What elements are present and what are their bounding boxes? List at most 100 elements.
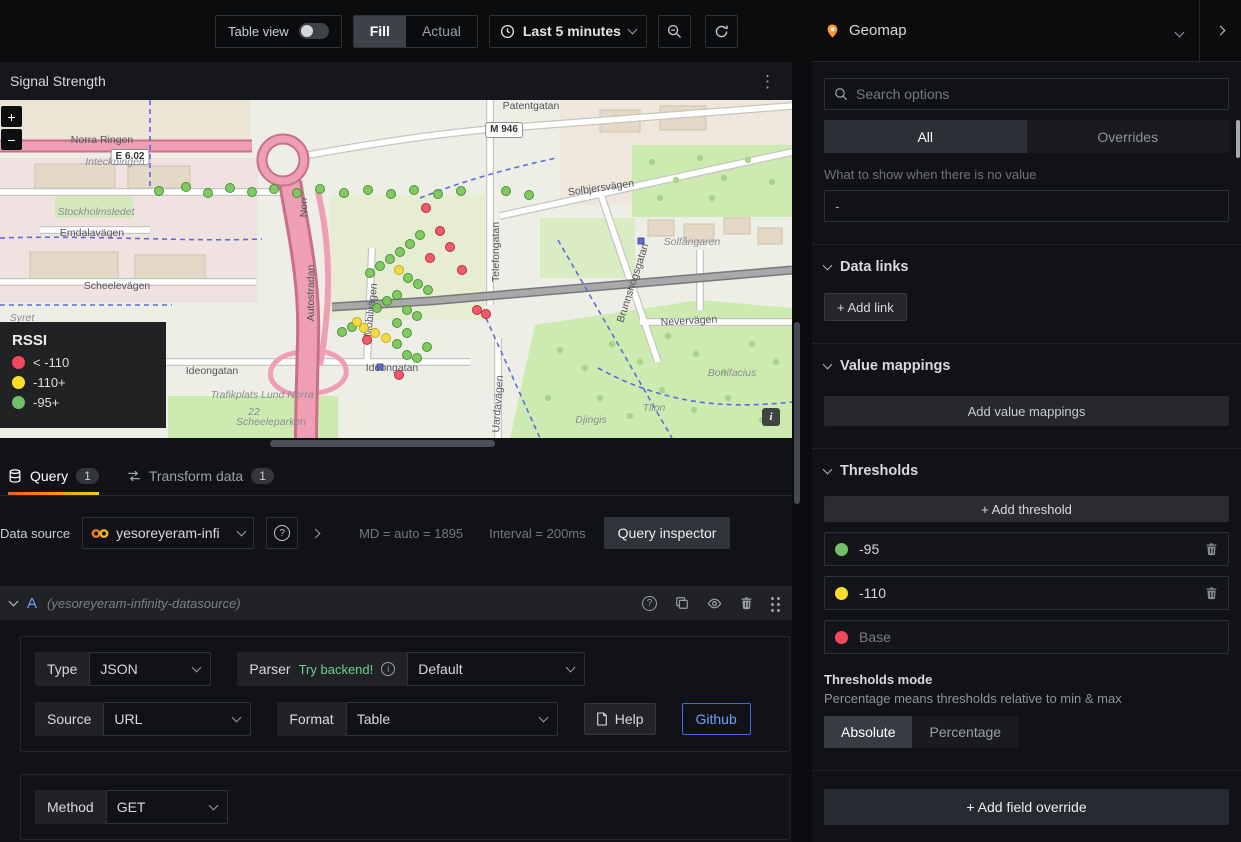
map-data-point[interactable]: [394, 265, 404, 275]
github-button[interactable]: Github: [682, 703, 751, 735]
no-value-input[interactable]: [835, 198, 1218, 214]
add-value-mappings-button[interactable]: Add value mappings: [824, 396, 1229, 426]
map-data-point[interactable]: [405, 239, 415, 249]
mode-percentage-option[interactable]: Percentage: [912, 716, 1018, 748]
map-data-point[interactable]: [421, 203, 431, 213]
options-scrollbar-thumb[interactable]: [1236, 120, 1240, 158]
map-data-point[interactable]: [381, 333, 391, 343]
eye-icon[interactable]: [707, 596, 722, 611]
map-data-point[interactable]: [225, 183, 235, 193]
format-select[interactable]: Table: [346, 702, 558, 736]
mode-absolute-option[interactable]: Absolute: [824, 716, 912, 748]
map-data-point[interactable]: [413, 279, 423, 289]
visualization-picker-toggle[interactable]: [1160, 23, 1199, 39]
trash-icon[interactable]: [740, 596, 753, 610]
map-data-point[interactable]: [247, 187, 257, 197]
map-data-point[interactable]: [402, 305, 412, 315]
map-data-point[interactable]: [337, 327, 347, 337]
map-data-point[interactable]: [181, 182, 191, 192]
map-data-point[interactable]: [412, 353, 422, 363]
source-select[interactable]: URL: [103, 702, 251, 736]
threshold-color-dot[interactable]: [835, 631, 848, 644]
map-data-point[interactable]: [392, 318, 402, 328]
chevron-right-icon[interactable]: [311, 528, 321, 538]
scrollbar-thumb[interactable]: [270, 440, 495, 447]
trash-icon[interactable]: [1205, 586, 1218, 600]
map-data-point[interactable]: [445, 242, 455, 252]
map-data-point[interactable]: [425, 253, 435, 263]
map-data-point[interactable]: [382, 296, 392, 306]
map-data-point[interactable]: [403, 273, 413, 283]
map-data-point[interactable]: [422, 342, 432, 352]
vertical-scrollbar-thumb[interactable]: [794, 322, 800, 504]
map-data-point[interactable]: [433, 189, 443, 199]
map-data-point[interactable]: [372, 303, 382, 313]
map-data-point[interactable]: [395, 247, 405, 257]
map-data-point[interactable]: [339, 188, 349, 198]
section-value-mappings[interactable]: Value mappings: [824, 358, 1229, 374]
parser-select[interactable]: Default: [407, 652, 585, 686]
map-data-point[interactable]: [154, 186, 164, 196]
map-data-point[interactable]: [363, 185, 373, 195]
duplicate-icon[interactable]: [675, 596, 689, 610]
threshold-value[interactable]: -95: [859, 541, 1194, 557]
map-data-point[interactable]: [412, 311, 422, 321]
map-data-point[interactable]: [409, 185, 419, 195]
fill-option[interactable]: Fill: [354, 16, 406, 47]
options-tab-all[interactable]: All: [824, 120, 1027, 153]
map-data-point[interactable]: [269, 184, 279, 194]
zoom-out-time-button[interactable]: [658, 15, 691, 48]
refresh-button[interactable]: [705, 15, 738, 48]
map-data-point[interactable]: [402, 328, 412, 338]
parser-hint[interactable]: Try backend!: [299, 662, 374, 677]
threshold-color-dot[interactable]: [835, 587, 848, 600]
table-view-toggle[interactable]: [299, 23, 329, 39]
horizontal-scrollbar[interactable]: [0, 438, 792, 448]
datasource-help-button[interactable]: ?: [266, 517, 298, 549]
map-data-point[interactable]: [359, 323, 369, 333]
datasource-picker[interactable]: yesoreyeram-infi: [82, 517, 254, 549]
map-data-point[interactable]: [315, 184, 325, 194]
map-data-point[interactable]: [377, 364, 384, 371]
query-row-header[interactable]: A (yesoreyeram-infinity-datasource) ?: [0, 586, 792, 620]
threshold-color-dot[interactable]: [835, 543, 848, 556]
info-circle-icon[interactable]: i: [381, 662, 395, 676]
map-data-point[interactable]: [402, 350, 412, 360]
map-data-point[interactable]: [481, 309, 491, 319]
map-data-point[interactable]: [435, 226, 445, 236]
add-link-button[interactable]: + Add link: [824, 293, 907, 321]
map-attribution-button[interactable]: i: [762, 408, 780, 426]
map-data-point[interactable]: [423, 285, 433, 295]
map-data-point[interactable]: [203, 188, 213, 198]
query-inspector-button[interactable]: Query inspector: [604, 517, 731, 549]
map-data-point[interactable]: [394, 370, 404, 380]
threshold-value[interactable]: -110: [859, 585, 1194, 601]
signal-strength-map[interactable]: E 6.02M 946InteckningenNorra RingenPaten…: [0, 100, 792, 438]
help-button[interactable]: Help: [584, 703, 656, 735]
time-range-picker[interactable]: Last 5 minutes: [489, 15, 647, 48]
trash-icon[interactable]: [1205, 542, 1218, 556]
map-zoom-in-button[interactable]: +: [1, 106, 22, 127]
options-search-input[interactable]: [856, 86, 1219, 102]
add-field-override-button[interactable]: + Add field override: [824, 789, 1229, 825]
map-data-point[interactable]: [392, 339, 402, 349]
map-data-point[interactable]: [415, 230, 425, 240]
map-data-point[interactable]: [457, 265, 467, 275]
help-icon[interactable]: ?: [642, 596, 657, 611]
map-data-point[interactable]: [386, 189, 396, 199]
map-zoom-out-button[interactable]: −: [1, 129, 22, 150]
map-data-point[interactable]: [375, 261, 385, 271]
map-data-point[interactable]: [292, 188, 302, 198]
map-data-point[interactable]: [385, 254, 395, 264]
section-thresholds[interactable]: Thresholds: [824, 463, 1229, 479]
map-data-point[interactable]: [456, 186, 466, 196]
options-tab-overrides[interactable]: Overrides: [1027, 120, 1230, 153]
map-data-point[interactable]: [501, 186, 511, 196]
type-select[interactable]: JSON: [89, 652, 211, 686]
collapse-options-button[interactable]: [1199, 0, 1241, 61]
method-select[interactable]: GET: [106, 790, 228, 824]
map-data-point[interactable]: [638, 238, 645, 245]
map-data-point[interactable]: [524, 190, 534, 200]
map-data-point[interactable]: [392, 290, 402, 300]
map-data-point[interactable]: [370, 328, 380, 338]
